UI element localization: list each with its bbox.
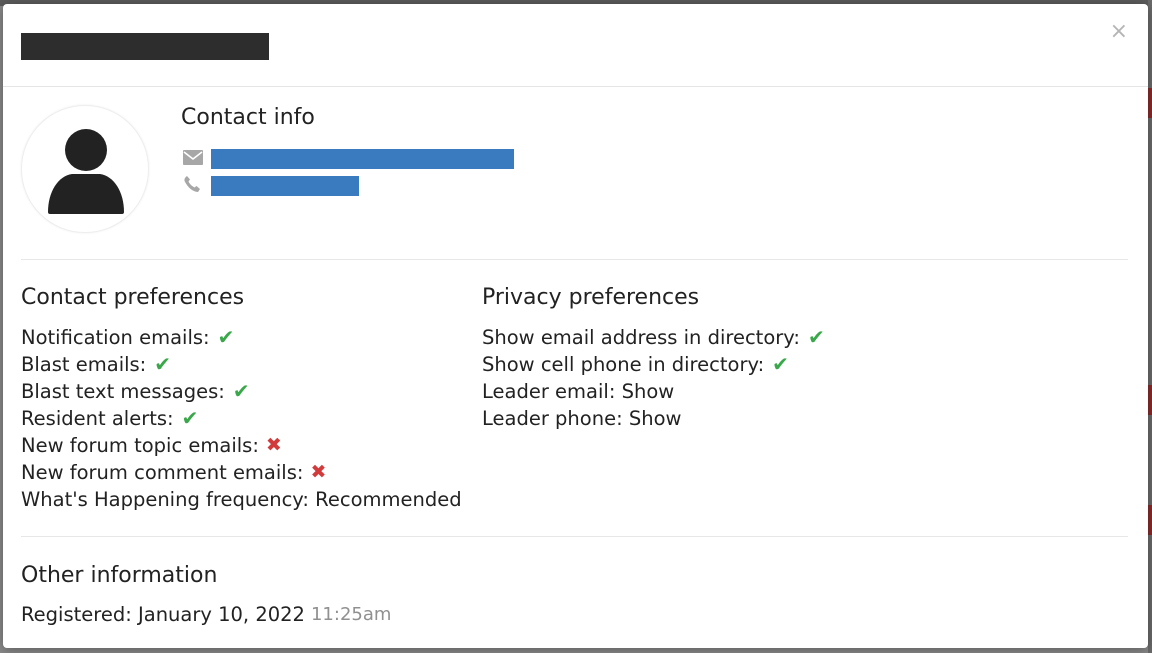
pref-notification-emails: Notification emails: ✔ (21, 325, 235, 349)
registered-date: Registered: January 10, 2022 (21, 603, 305, 626)
envelope-icon (183, 149, 205, 169)
background-row-marker (1148, 385, 1152, 415)
privacy-preferences-list: Show email address in directory: ✔ Show c… (482, 324, 825, 432)
user-silhouette-icon (48, 129, 124, 214)
pref-resident-alerts: Resident alerts: ✔ (21, 406, 199, 430)
pref-blast-emails: Blast emails: ✔ (21, 352, 172, 376)
other-information-title: Other information (21, 563, 218, 588)
background-row-marker (1148, 88, 1152, 118)
background-row-marker (1148, 505, 1152, 535)
modal-header: × (3, 4, 1148, 87)
pref-whats-happening-frequency: What's Happening frequency: Recommended (21, 488, 462, 511)
contact-preferences-list: Notification emails: ✔ Blast emails: ✔ Bla… (21, 324, 462, 513)
phone-link-redacted[interactable] (211, 176, 359, 196)
user-details-modal: × Contact info Contact preferences Notif… (3, 4, 1148, 648)
check-icon: ✔ (154, 352, 172, 376)
check-icon: ✔ (807, 325, 825, 349)
registered-row: Registered: January 10, 2022 11:25am (21, 601, 391, 628)
close-button[interactable]: × (1110, 21, 1128, 43)
phone-icon (183, 175, 205, 197)
pref-show-email-in-directory: Show email address in directory: ✔ (482, 325, 825, 349)
contact-info-title: Contact info (181, 105, 315, 130)
cross-icon: ✖ (265, 434, 282, 456)
other-information-list: Registered: January 10, 2022 11:25am (21, 601, 391, 628)
privacy-preferences-title: Privacy preferences (482, 285, 700, 310)
pref-new-forum-comment-emails: New forum comment emails: ✖ (21, 461, 327, 484)
check-icon: ✔ (181, 406, 199, 430)
registered-time: 11:25am (310, 604, 392, 625)
contact-preferences-title: Contact preferences (21, 285, 245, 310)
avatar (21, 105, 149, 233)
section-divider (21, 259, 1128, 260)
pref-leader-phone: Leader phone: Show (482, 407, 682, 430)
cross-icon: ✖ (310, 461, 327, 483)
modal-title-redacted (21, 33, 269, 60)
pref-show-cell-phone-in-directory: Show cell phone in directory: ✔ (482, 352, 789, 376)
email-link-redacted[interactable] (211, 149, 514, 169)
pref-new-forum-topic-emails: New forum topic emails: ✖ (21, 434, 282, 457)
phone-row (183, 175, 359, 197)
section-divider (21, 536, 1128, 537)
email-row (183, 149, 514, 169)
pref-blast-text-messages: Blast text messages: ✔ (21, 379, 250, 403)
check-icon: ✔ (232, 379, 250, 403)
check-icon: ✔ (217, 325, 235, 349)
pref-leader-email: Leader email: Show (482, 380, 675, 403)
check-icon: ✔ (772, 352, 789, 376)
